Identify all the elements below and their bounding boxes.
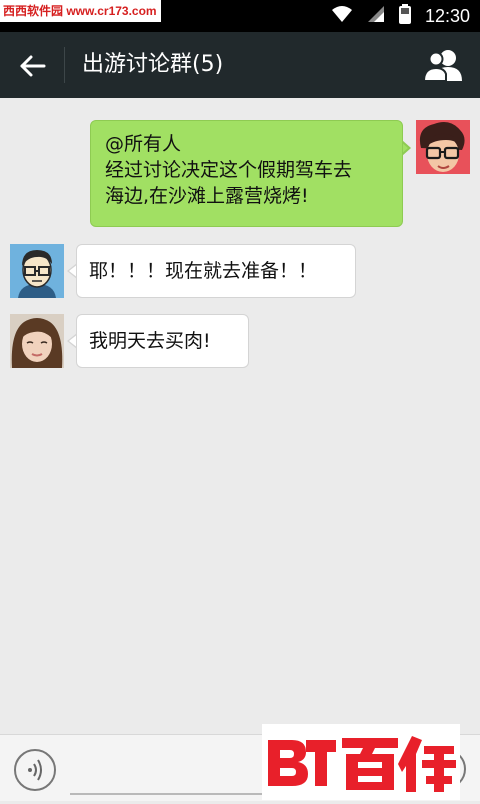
watermark-logo	[262, 724, 460, 800]
signal-icon	[367, 5, 385, 27]
site-watermark: 西西软件园 www.cr173.com	[0, 0, 161, 22]
my-avatar[interactable]	[416, 120, 470, 174]
avatar-cartoon-man-icon	[416, 120, 470, 174]
message-line: 海边,在沙滩上露营烧烤!	[105, 185, 309, 207]
wifi-icon	[331, 5, 353, 27]
message-line: 经过讨论决定这个假期驾车去	[105, 159, 353, 181]
message-line: 耶！！！现在就去准备！！	[89, 260, 318, 282]
voice-wave-icon	[28, 759, 42, 781]
message-bubble-incoming[interactable]: 耶！！！现在就去准备！！	[76, 244, 356, 298]
back-button[interactable]	[18, 51, 48, 81]
title-divider	[64, 47, 65, 83]
avatar-woman-photo-icon	[10, 314, 64, 368]
group-members-icon	[422, 50, 462, 82]
status-icons: 12:30	[331, 0, 470, 32]
member-avatar[interactable]	[10, 314, 64, 368]
title-bar: 出游讨论群(5)	[0, 32, 480, 98]
member-avatar[interactable]	[10, 244, 64, 298]
avatar-man-glasses-icon	[10, 244, 64, 298]
message-line: @所有人	[105, 133, 182, 155]
message-bubble-outgoing[interactable]: @所有人 经过讨论决定这个假期驾车去 海边,在沙滩上露营烧烤!	[90, 120, 403, 227]
message-bubble-incoming[interactable]: 我明天去买肉!	[76, 314, 249, 368]
baijia-logo-icon	[268, 736, 456, 792]
status-time: 12:30	[424, 5, 470, 26]
page-title: 出游讨论群(5)	[82, 52, 224, 77]
status-bar: 西西软件园 www.cr173.com 12:30	[0, 0, 480, 32]
voice-input-button[interactable]	[14, 749, 56, 791]
battery-icon	[398, 4, 411, 28]
message-line: 我明天去买肉!	[89, 330, 211, 352]
group-members-button[interactable]	[422, 48, 464, 82]
back-arrow-icon	[20, 55, 46, 77]
